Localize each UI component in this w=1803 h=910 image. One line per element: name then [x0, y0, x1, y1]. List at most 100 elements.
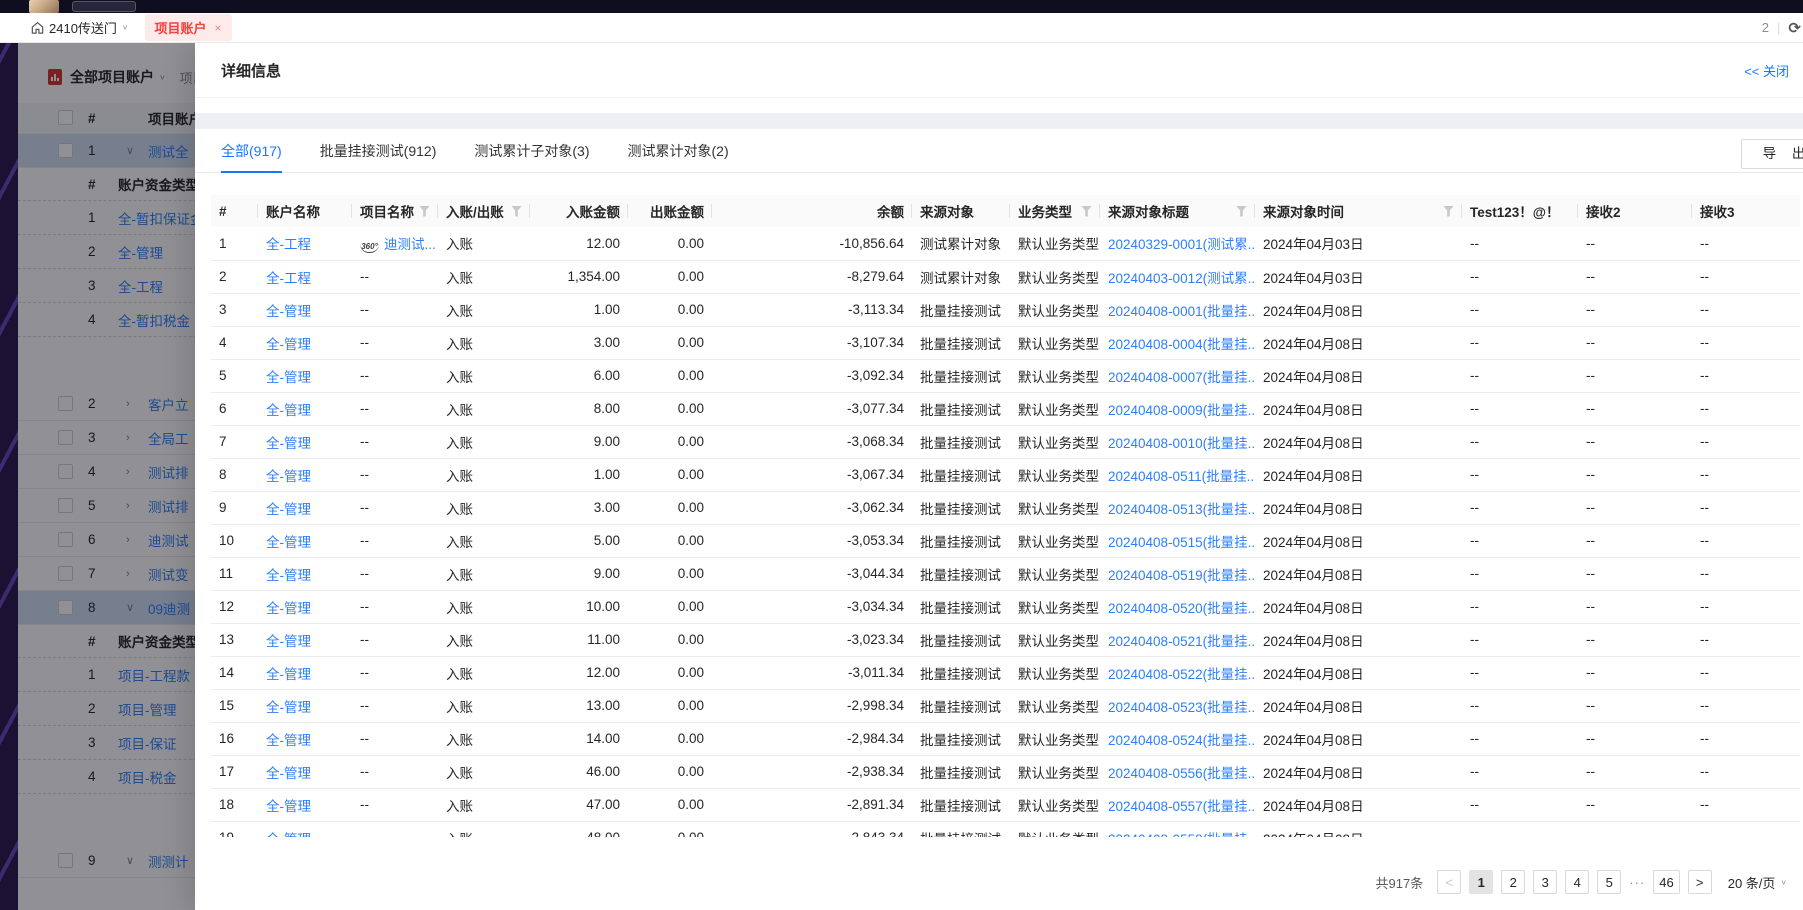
account-link[interactable]: 全-管理 [266, 535, 311, 550]
source-title-link[interactable]: 20240408-0524(批量挂... [1108, 733, 1255, 748]
cell-source-date: 2024年04月08日 [1255, 293, 1462, 326]
source-title-link[interactable]: 20240408-0515(批量挂... [1108, 535, 1255, 550]
cell-source-title: 20240408-0009(批量挂... [1100, 392, 1255, 425]
tab-3[interactable]: 测试累计对象(2) [628, 129, 729, 173]
source-title-link[interactable]: 20240408-0520(批量挂... [1108, 601, 1255, 616]
account-link[interactable]: 全-管理 [266, 667, 311, 682]
cell-source: 批量挂接测试 [912, 821, 1010, 837]
cell-in-amount: 12.00 [530, 656, 628, 689]
account-link[interactable]: 全-管理 [266, 568, 311, 583]
page-button-4[interactable]: 4 [1565, 870, 1589, 894]
project-link[interactable]: 迪测试... [384, 237, 436, 252]
home-tab-label[interactable]: 2410传送门 [49, 18, 117, 37]
cell-biz-type: 默认业务类型 [1010, 623, 1100, 656]
cell-direction: 入账 [438, 656, 530, 689]
account-link[interactable]: 全-管理 [266, 733, 311, 748]
window-count: 2 [1762, 20, 1769, 35]
source-title-link[interactable]: 20240408-0522(批量挂... [1108, 667, 1255, 682]
drawer-tabs: 全部(917) 批量挂接测试(912) 测试累计子对象(3) 测试累计对象(2) 导 出 [195, 129, 1803, 173]
cell-in-amount: 5.00 [530, 524, 628, 557]
cell-in-amount: 11.00 [530, 623, 628, 656]
account-link[interactable]: 全-管理 [266, 370, 311, 385]
account-link[interactable]: 全-管理 [266, 601, 311, 616]
page-button-2[interactable]: 2 [1501, 870, 1525, 894]
prev-page-button[interactable]: < [1437, 870, 1461, 894]
refresh-icon[interactable]: ⟳ [1788, 19, 1801, 37]
cell-direction: 入账 [438, 722, 530, 755]
cell-balance: -2,998.34 [712, 689, 912, 722]
source-title-link[interactable]: 20240408-0513(批量挂... [1108, 502, 1255, 517]
account-link[interactable]: 全-管理 [266, 700, 311, 715]
cell-source: 批量挂接测试 [912, 491, 1010, 524]
cell-project: -- [352, 425, 438, 458]
source-title-link[interactable]: 20240408-0004(批量挂... [1108, 337, 1255, 352]
cell-out-amount: 0.00 [628, 227, 712, 260]
source-title-link[interactable]: 20240408-0511(批量挂... [1108, 469, 1255, 484]
cell-recv2: -- [1578, 788, 1692, 821]
empty-value: -- [360, 632, 369, 647]
account-link[interactable]: 全-管理 [266, 766, 311, 781]
source-title-link[interactable]: 20240408-0009(批量挂... [1108, 403, 1255, 418]
collapse-drawer-link[interactable]: << 关闭 [1744, 61, 1789, 80]
filter-icon[interactable] [1443, 206, 1454, 217]
account-link[interactable]: 全-工程 [266, 237, 311, 252]
cell-source: 批量挂接测试 [912, 392, 1010, 425]
account-link[interactable]: 全-工程 [266, 271, 311, 286]
account-link[interactable]: 全-管理 [266, 832, 311, 838]
page-size-select[interactable]: 20 条/页∨ [1728, 873, 1787, 892]
page-button-5[interactable]: 5 [1597, 870, 1621, 894]
source-title-link[interactable]: 20240408-0519(批量挂... [1108, 568, 1255, 583]
cell-source-title: 20240408-0511(批量挂... [1100, 458, 1255, 491]
filter-icon[interactable] [1081, 206, 1092, 217]
cell-project: -- [352, 392, 438, 425]
source-title-link[interactable]: 20240403-0012(测试累... [1108, 271, 1255, 286]
page-button-46[interactable]: 46 [1653, 870, 1679, 894]
page-button-1[interactable]: 1 [1469, 870, 1493, 894]
account-link[interactable]: 全-管理 [266, 634, 311, 649]
account-link[interactable]: 全-管理 [266, 304, 311, 319]
table-row: 8全-管理--入账1.000.00-3,067.34批量挂接测试默认业务类型20… [211, 458, 1800, 491]
empty-value: -- [360, 764, 369, 779]
account-link[interactable]: 全-管理 [266, 403, 311, 418]
filter-icon[interactable] [1236, 206, 1247, 217]
more-pages-icon[interactable]: ··· [1629, 875, 1645, 890]
account-link[interactable]: 全-管理 [266, 436, 311, 451]
os-widget[interactable] [72, 1, 136, 12]
tab-0[interactable]: 全部(917) [221, 129, 282, 173]
cell-source-title: 20240408-0513(批量挂... [1100, 491, 1255, 524]
account-link[interactable]: 全-管理 [266, 799, 311, 814]
source-title-link[interactable]: 20240408-0001(批量挂... [1108, 304, 1255, 319]
source-title-link[interactable]: 20240408-0556(批量挂... [1108, 766, 1255, 781]
cell-source-title: 20240408-0522(批量挂... [1100, 656, 1255, 689]
cell-source-title: 20240408-0007(批量挂... [1100, 359, 1255, 392]
account-link[interactable]: 全-管理 [266, 469, 311, 484]
source-title-link[interactable]: 20240408-0523(批量挂... [1108, 700, 1255, 715]
source-title-link[interactable]: 20240329-0001(测试累... [1108, 237, 1255, 252]
export-button[interactable]: 导 出 [1741, 139, 1803, 169]
page-button-3[interactable]: 3 [1533, 870, 1557, 894]
cell-source: 测试累计对象 [912, 260, 1010, 293]
cell-recv2: -- [1578, 722, 1692, 755]
chevron-down-icon[interactable]: ∨ [122, 23, 129, 32]
modal-mask[interactable] [18, 43, 195, 910]
filter-icon[interactable] [511, 206, 522, 217]
tab-1[interactable]: 批量挂接测试(912) [320, 129, 437, 173]
close-tab-icon[interactable]: × [215, 21, 222, 35]
filter-icon[interactable] [419, 206, 430, 217]
source-title-link[interactable]: 20240408-0557(批量挂... [1108, 799, 1255, 814]
empty-value: -- [360, 797, 369, 812]
source-title-link[interactable]: 20240408-0521(批量挂... [1108, 634, 1255, 649]
source-title-link[interactable]: 20240408-0007(批量挂... [1108, 370, 1255, 385]
account-link[interactable]: 全-管理 [266, 502, 311, 517]
empty-value: -- [360, 269, 369, 284]
account-link[interactable]: 全-管理 [266, 337, 311, 352]
tab-2[interactable]: 测试累计子对象(3) [474, 129, 589, 173]
cell-biz-type: 默认业务类型 [1010, 260, 1100, 293]
tab-project-account[interactable]: 项目账户 × [145, 14, 232, 41]
next-page-button[interactable]: > [1688, 870, 1712, 894]
cell-recv2: -- [1578, 821, 1692, 837]
cell-source: 批量挂接测试 [912, 623, 1010, 656]
source-title-link[interactable]: 20240408-0010(批量挂... [1108, 436, 1255, 451]
source-title-link[interactable]: 20240408-0558(批量挂... [1108, 832, 1255, 838]
user-avatar[interactable] [29, 0, 59, 13]
